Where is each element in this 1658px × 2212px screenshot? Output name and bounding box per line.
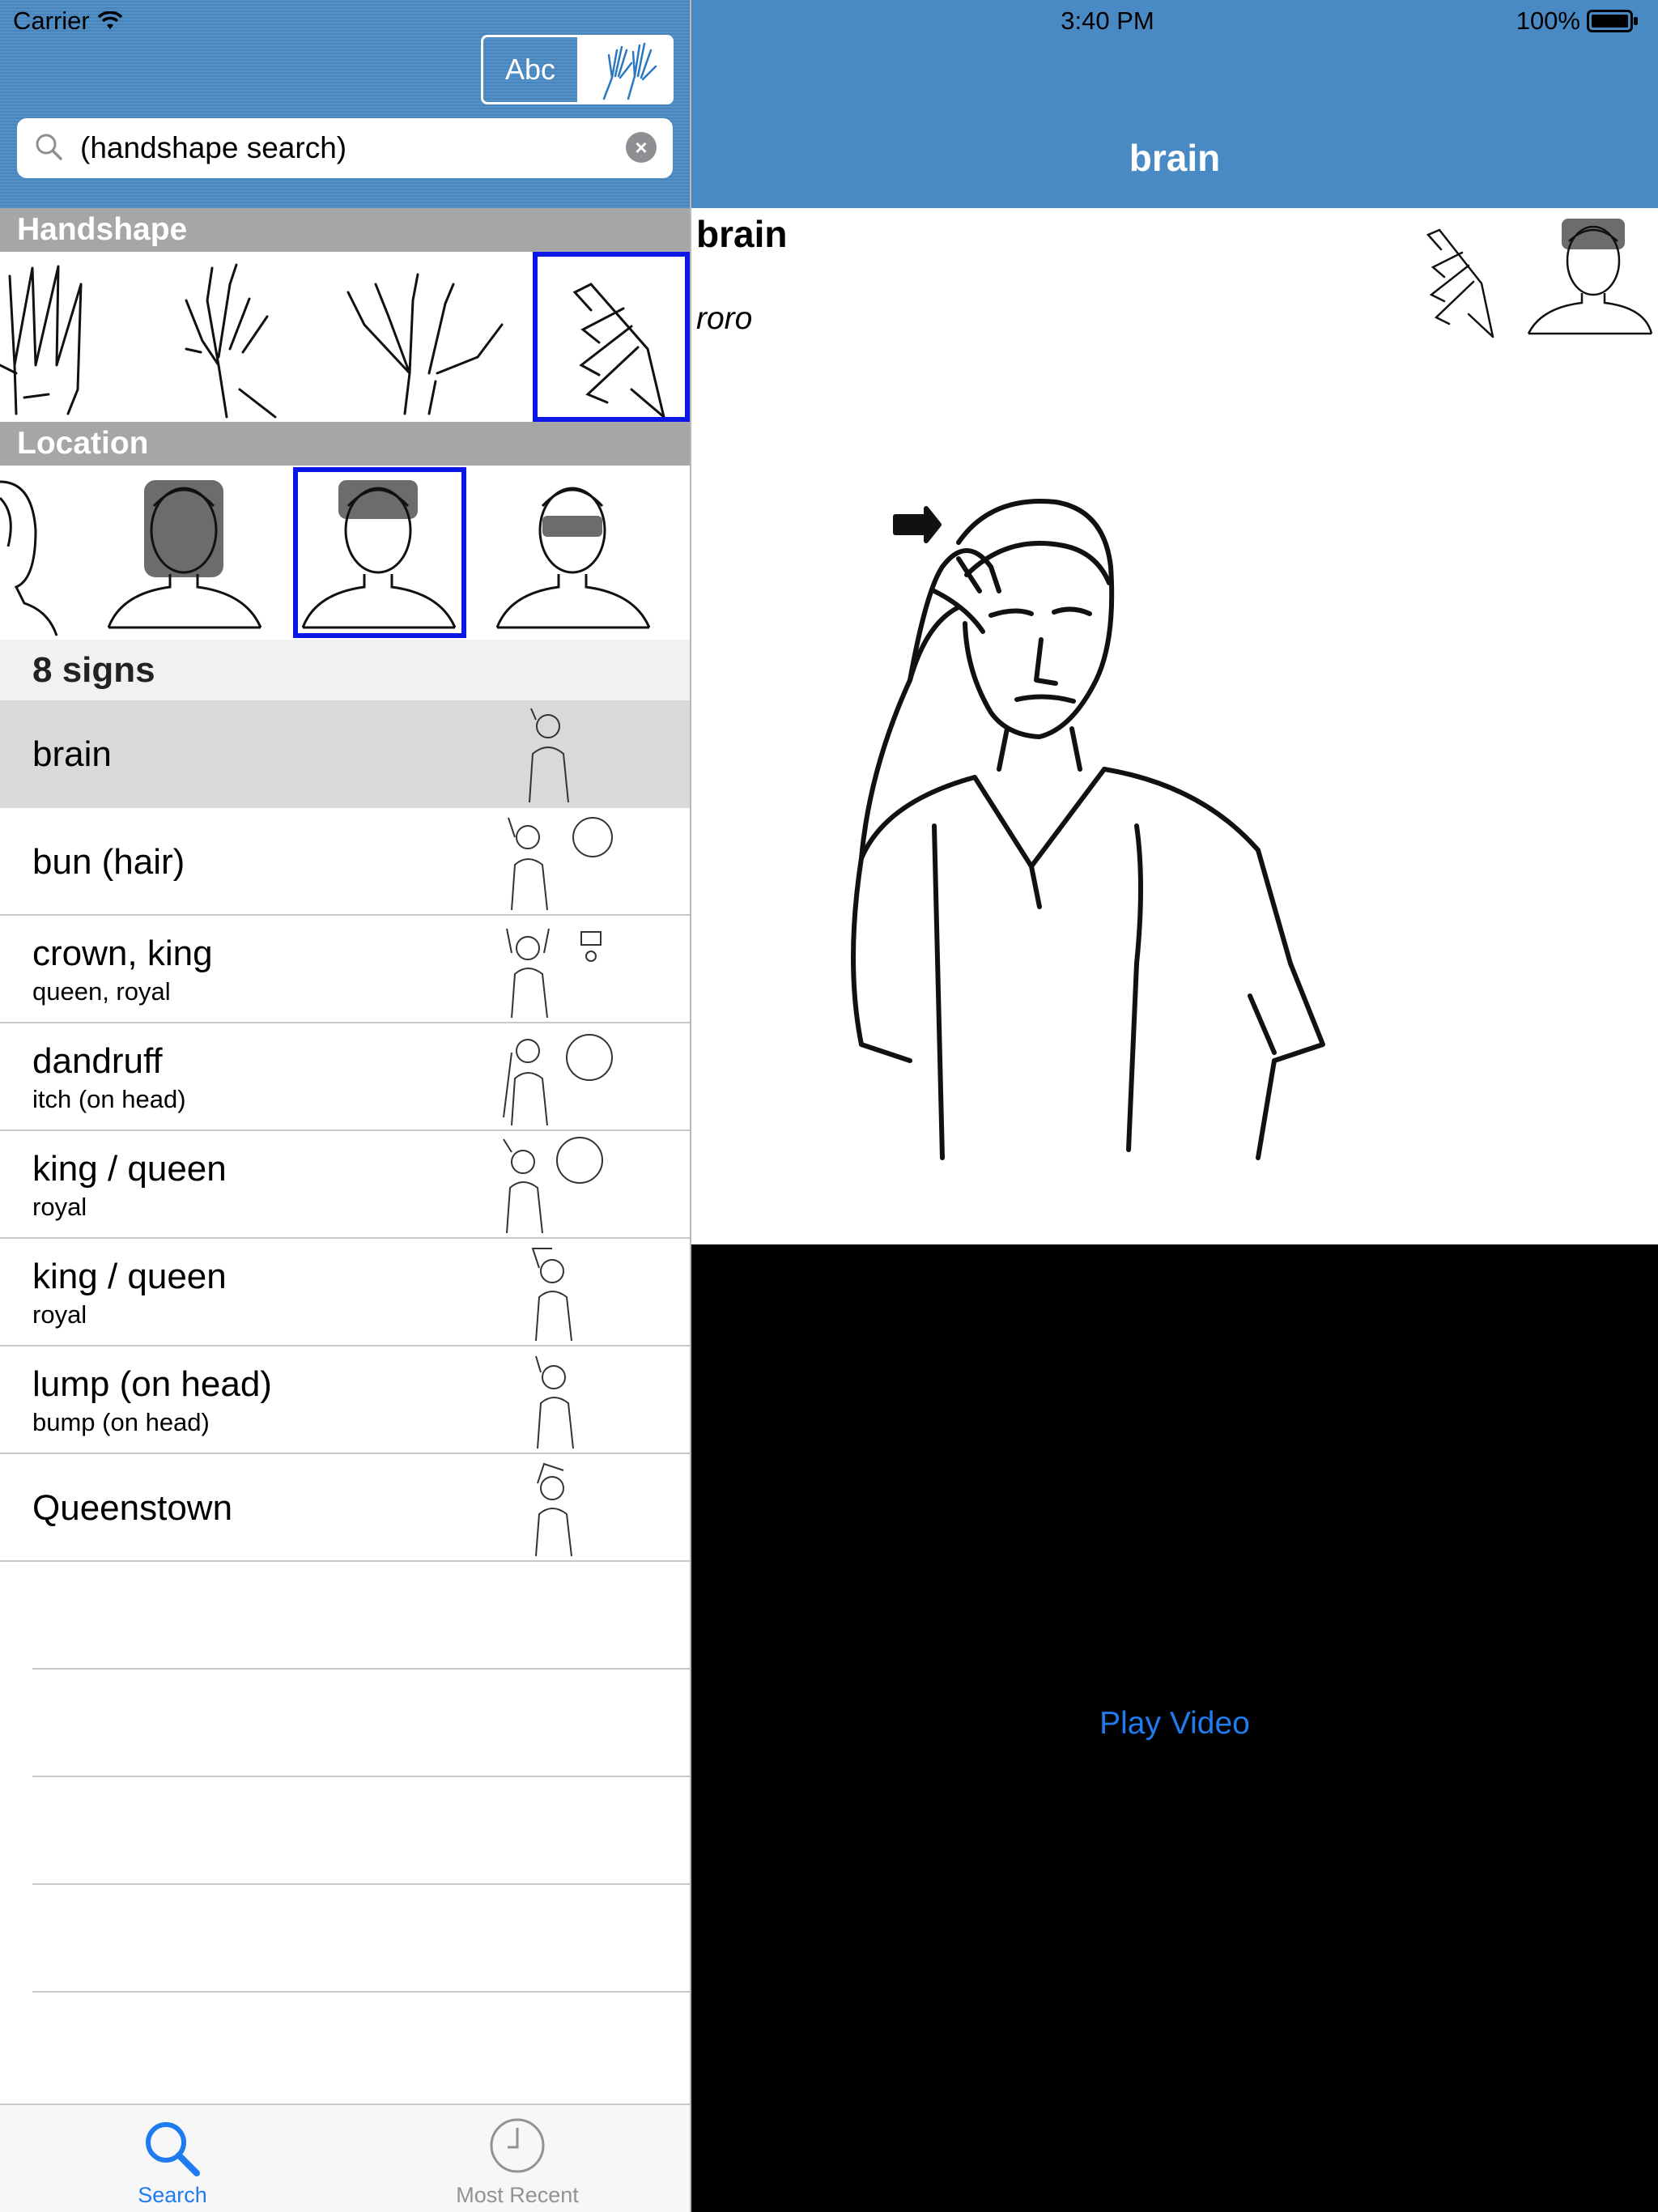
row-text: brain: [32, 700, 112, 808]
clock-icon: [490, 2118, 545, 2173]
handshape-selected-frame: [533, 252, 690, 422]
result-count: 8 signs: [0, 640, 690, 700]
row-subtitle: royal: [32, 1192, 87, 1221]
detail-header: 3:40 PM 100% brain: [691, 0, 1658, 208]
sign-illustration: [851, 499, 1325, 1160]
row-text: king / queen royal: [32, 1131, 227, 1239]
sign-thumbnail: [503, 1137, 603, 1234]
empty-row: [32, 1562, 690, 1670]
list-item[interactable]: brain: [0, 700, 690, 808]
handshape-section-header: Handshape: [0, 208, 690, 252]
status-time: 3:40 PM: [1061, 6, 1154, 35]
row-title: brain: [32, 734, 112, 774]
sign-thumbnail: [529, 708, 569, 803]
detail-location-icon: [1527, 219, 1653, 335]
master-header: Carrier Abc (handshape search) ×: [0, 0, 690, 208]
row-title: bun (hair): [32, 841, 185, 882]
row-title: dandruff: [32, 1040, 163, 1081]
carrier-label: Carrier: [13, 6, 90, 35]
sign-thumbnail: [508, 817, 613, 911]
sign-gloss: brain: [696, 213, 788, 255]
row-title: king / queen: [32, 1256, 227, 1296]
row-subtitle: itch (on head): [32, 1084, 186, 1113]
list-item[interactable]: lump (on head) bump (on head): [0, 1346, 690, 1454]
tab-search-label: Search: [138, 2183, 207, 2207]
row-title: crown, king: [32, 933, 213, 973]
battery-percent: 100%: [1516, 6, 1580, 35]
handshape-strip[interactable]: [0, 252, 690, 422]
row-title: king / queen: [32, 1148, 227, 1189]
list-item[interactable]: crown, king queen, royal: [0, 916, 690, 1023]
search-field[interactable]: (handshape search) ×: [17, 118, 673, 178]
row-title: Queenstown: [32, 1487, 233, 1528]
search-input[interactable]: (handshape search): [80, 118, 346, 178]
location-side-head[interactable]: [0, 466, 65, 640]
row-text: Queenstown: [32, 1454, 232, 1562]
search-icon: [146, 2122, 200, 2176]
list-item[interactable]: king / queen royal: [0, 1239, 690, 1346]
row-text: king / queen royal: [32, 1239, 227, 1346]
sign-thumbnail: [506, 928, 602, 1019]
row-text: crown, king queen, royal: [32, 916, 213, 1023]
tab-bar: Search Most Recent: [0, 2104, 690, 2212]
status-battery: 100%: [1516, 6, 1639, 36]
tab-most-recent[interactable]: Most Recent: [345, 2105, 690, 2212]
search-mode-toggle: Abc: [481, 35, 674, 104]
sign-maori: roro: [696, 301, 753, 336]
row-subtitle: bump (on head): [32, 1407, 210, 1436]
row-subtitle: queen, royal: [32, 976, 171, 1006]
empty-row: [32, 1885, 690, 1993]
handshape-bent-spread[interactable]: [170, 252, 291, 422]
empty-row: [32, 1777, 690, 1885]
location-eyes[interactable]: [494, 466, 656, 640]
row-subtitle: royal: [32, 1300, 87, 1329]
status-carrier-group: Carrier: [13, 6, 122, 36]
play-video-button[interactable]: Play Video: [691, 1706, 1658, 1742]
master-pane: Carrier Abc (handshape search) × Handsha…: [0, 0, 690, 2212]
handshape-four-fingers[interactable]: [0, 252, 97, 422]
location-whole-face[interactable]: [105, 466, 267, 640]
list-item[interactable]: dandruff itch (on head): [0, 1023, 690, 1131]
sign-thumbnail: [531, 1248, 572, 1342]
location-strip[interactable]: [0, 466, 690, 640]
location-section-header: Location: [0, 422, 690, 466]
list-item[interactable]: king / queen royal: [0, 1131, 690, 1239]
row-text: dandruff itch (on head): [32, 1023, 186, 1131]
handshape-mode-button[interactable]: [577, 37, 671, 102]
detail-pane: 3:40 PM 100% brain brain roro Play Video: [691, 0, 1658, 2212]
hands-icon: [602, 42, 657, 100]
clear-search-icon[interactable]: ×: [626, 132, 657, 163]
sign-thumbnail: [535, 1355, 574, 1449]
tab-most-recent-label: Most Recent: [456, 2183, 579, 2207]
tab-search[interactable]: Search: [0, 2105, 345, 2212]
detail-nav-title: brain: [1129, 137, 1221, 179]
battery-icon: [1587, 10, 1638, 32]
handshape-flat-open[interactable]: [340, 252, 510, 422]
location-selected-frame: [293, 467, 466, 638]
list-item[interactable]: bun (hair): [0, 808, 690, 916]
results-list: brain bun (hair) crown, king queen, roya…: [0, 700, 690, 1993]
row-text: bun (hair): [32, 808, 185, 916]
magnifier-icon: [36, 134, 62, 160]
wifi-icon: [97, 11, 122, 29]
detail-handshape-icon: [1426, 228, 1494, 338]
empty-row: [32, 1670, 690, 1777]
abc-mode-button[interactable]: Abc: [483, 37, 577, 102]
sign-thumbnail: [535, 1462, 572, 1557]
list-item[interactable]: Queenstown: [0, 1454, 690, 1562]
sign-thumbnail: [503, 1034, 613, 1126]
row-title: lump (on head): [32, 1363, 272, 1404]
row-text: lump (on head) bump (on head): [32, 1346, 272, 1454]
